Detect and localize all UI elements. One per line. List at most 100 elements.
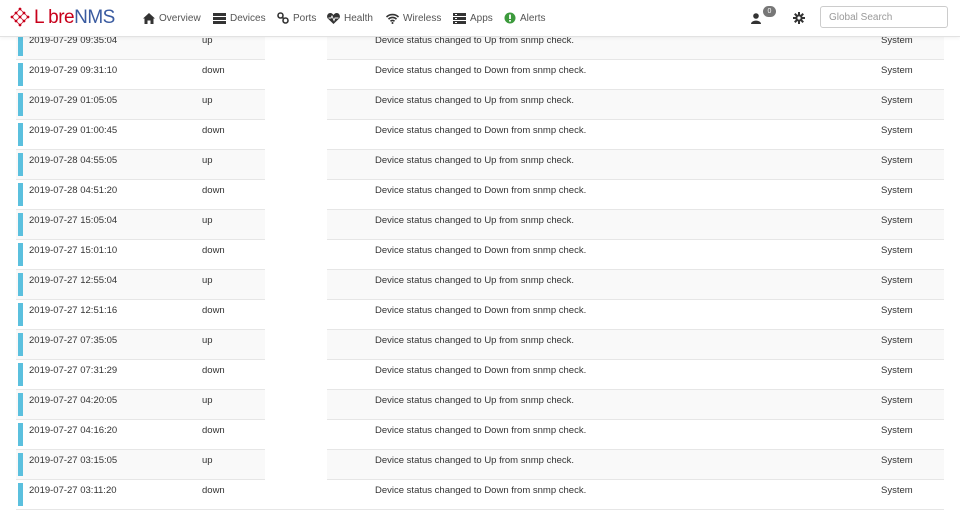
event-user: System — [881, 335, 913, 346]
event-message: Device status changed to Down from snmp … — [375, 185, 587, 196]
brand-name: L breNMS — [34, 7, 115, 28]
table-row: 2019-07-29 01:00:45 down Device status cha… — [16, 120, 944, 150]
status-indicator-bar — [18, 273, 23, 296]
event-message: Device status changed to Down from snmp … — [375, 485, 587, 496]
event-message: Device status changed to Down from snmp … — [375, 305, 587, 316]
event-status: down — [202, 245, 225, 256]
event-message: Device status changed to Down from snmp … — [375, 425, 587, 436]
event-status: up — [202, 215, 213, 226]
nav-ports[interactable]: Ports — [277, 0, 316, 36]
status-indicator-bar — [18, 483, 23, 506]
heartbeat-icon — [327, 12, 340, 24]
table-row: 2019-07-27 04:20:05 up Device status chang… — [16, 390, 944, 420]
nav-devices-label: Devices — [230, 12, 266, 24]
nav-apps[interactable]: Apps — [453, 0, 493, 36]
event-message: Device status changed to Up from snmp ch… — [375, 395, 575, 406]
event-message: Device status changed to Down from snmp … — [375, 245, 587, 256]
table-row: 2019-07-27 03:15:05 up Device status chang… — [16, 450, 944, 480]
nav-health-label: Health — [344, 12, 373, 24]
event-message: Device status changed to Up from snmp ch… — [375, 455, 575, 466]
table-row: 2019-07-27 12:51:16 down Device status cha… — [16, 300, 944, 330]
table-row: 2019-07-27 03:11:20 down Device status cha… — [16, 480, 944, 510]
global-search-input[interactable] — [820, 6, 948, 28]
event-timestamp: 2019-07-27 15:05:04 — [29, 215, 118, 226]
tasks-icon — [453, 12, 466, 24]
link-icon — [277, 12, 289, 24]
nav-overview[interactable]: Overview — [143, 0, 201, 36]
event-status: down — [202, 65, 225, 76]
user-menu-button[interactable] — [751, 0, 761, 36]
event-timestamp: 2019-07-29 01:00:45 — [29, 125, 118, 136]
event-status: up — [202, 395, 213, 406]
status-indicator-bar — [18, 93, 23, 116]
event-timestamp: 2019-07-28 04:51:20 — [29, 185, 118, 196]
event-user: System — [881, 455, 913, 466]
table-row: 2019-07-29 01:05:05 up Device status chang… — [16, 90, 944, 120]
event-user: System — [881, 185, 913, 196]
user-icon — [751, 12, 761, 24]
event-user: System — [881, 305, 913, 316]
table-row: 2019-07-27 07:31:29 down Device status cha… — [16, 360, 944, 390]
event-status: down — [202, 425, 225, 436]
event-message: Device status changed to Up from snmp ch… — [375, 275, 575, 286]
librenms-logo[interactable]: L breNMS — [9, 6, 115, 30]
status-indicator-bar — [18, 123, 23, 146]
table-row: 2019-07-27 12:55:04 up Device status chang… — [16, 270, 944, 300]
event-status: up — [202, 455, 213, 466]
nav-alerts[interactable]: Alerts — [504, 0, 546, 36]
nav-health[interactable]: Health — [327, 0, 373, 36]
exclamation-circle-icon — [504, 12, 516, 24]
nav-ports-label: Ports — [293, 12, 317, 24]
event-message: Device status changed to Down from snmp … — [375, 65, 587, 76]
table-row: 2019-07-27 15:05:04 up Device status chang… — [16, 210, 944, 240]
event-timestamp: 2019-07-29 01:05:05 — [29, 95, 118, 106]
event-status: down — [202, 365, 225, 376]
event-message: Device status changed to Down from snmp … — [375, 125, 587, 136]
table-row: 2019-07-27 07:35:05 up Device status chang… — [16, 330, 944, 360]
nav-devices[interactable]: Devices — [213, 0, 266, 36]
event-log-table: 2019-07-29 09:35:04 up Device status chang… — [16, 30, 944, 510]
event-message: Device status changed to Up from snmp ch… — [375, 95, 575, 106]
nav-wireless-label: Wireless — [403, 12, 442, 24]
event-status: down — [202, 185, 225, 196]
notification-badge: 0 — [763, 6, 776, 17]
status-indicator-bar — [18, 333, 23, 356]
status-indicator-bar — [18, 213, 23, 236]
event-timestamp: 2019-07-27 12:55:04 — [29, 275, 118, 286]
event-user: System — [881, 485, 913, 496]
event-message: Device status changed to Down from snmp … — [375, 365, 587, 376]
event-status: up — [202, 275, 213, 286]
event-status: down — [202, 305, 225, 316]
event-timestamp: 2019-07-27 07:31:29 — [29, 365, 118, 376]
nav-alerts-label: Alerts — [520, 12, 546, 24]
event-user: System — [881, 275, 913, 286]
event-message: Device status changed to Up from snmp ch… — [375, 335, 575, 346]
event-message: Device status changed to Up from snmp ch… — [375, 155, 575, 166]
render-gap-overlay — [265, 36, 327, 498]
status-indicator-bar — [18, 63, 23, 86]
event-status: up — [202, 335, 213, 346]
status-indicator-bar — [18, 453, 23, 476]
table-row: 2019-07-29 09:31:10 down Device status cha… — [16, 60, 944, 90]
event-timestamp: 2019-07-28 04:55:05 — [29, 155, 118, 166]
event-user: System — [881, 425, 913, 436]
status-indicator-bar — [18, 423, 23, 446]
status-indicator-bar — [18, 363, 23, 386]
settings-button[interactable] — [793, 0, 805, 36]
status-indicator-bar — [18, 183, 23, 206]
top-navbar: L breNMS Overview Devices Ports Health W… — [0, 0, 960, 37]
nav-overview-label: Overview — [159, 12, 201, 24]
status-indicator-bar — [18, 153, 23, 176]
event-user: System — [881, 125, 913, 136]
status-indicator-bar — [18, 243, 23, 266]
table-row: 2019-07-27 15:01:10 down Device status cha… — [16, 240, 944, 270]
gear-icon — [793, 12, 805, 24]
event-user: System — [881, 95, 913, 106]
nav-wireless[interactable]: Wireless — [386, 0, 441, 36]
event-timestamp: 2019-07-27 04:20:05 — [29, 395, 118, 406]
event-status: down — [202, 485, 225, 496]
event-timestamp: 2019-07-27 03:15:05 — [29, 455, 118, 466]
event-user: System — [881, 395, 913, 406]
wifi-icon — [386, 13, 399, 24]
event-user: System — [881, 245, 913, 256]
